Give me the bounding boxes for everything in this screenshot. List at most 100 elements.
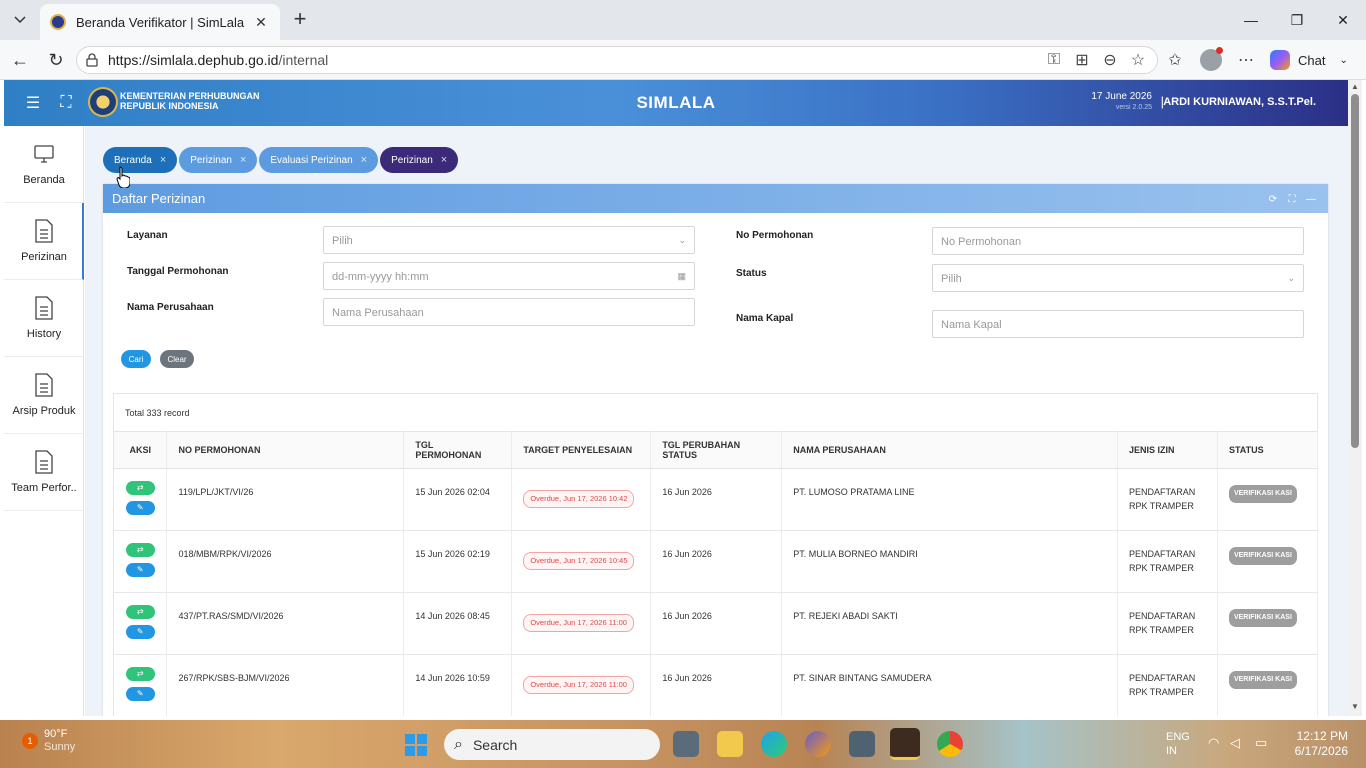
system-clock[interactable]: 12:12 PM 6/17/2026 [1295, 729, 1348, 759]
collapse-icon[interactable]: — [1305, 193, 1317, 205]
column-header[interactable]: TGL PERUBAHAN STATUS [650, 431, 783, 469]
close-icon[interactable]: × [160, 154, 166, 166]
close-icon[interactable]: × [441, 154, 447, 166]
column-header[interactable]: NO PERMOHONAN [166, 431, 405, 469]
refresh-icon[interactable]: ⟳ [1267, 193, 1279, 205]
chrome-icon[interactable] [937, 731, 963, 757]
target-cell: Overdue, Jun 17, 2026 10:45 [511, 530, 652, 593]
tab-perizinan-current[interactable]: Perizinan × [380, 147, 459, 173]
apps-icon[interactable]: ⊞ [1072, 50, 1092, 70]
no-permohonan-input[interactable]: No Permohonan [932, 227, 1304, 255]
status-select[interactable]: Pilih ⌄ [932, 264, 1304, 292]
reload-icon[interactable]: ↻ [44, 48, 68, 72]
scroll-thumb[interactable] [1351, 94, 1359, 448]
tanggal-permohonan-input[interactable]: dd-mm-yyyy hh:mm ▦ [323, 262, 695, 290]
sidebar-item-perizinan[interactable]: Perizinan [4, 203, 84, 280]
nama-perusahaan-input[interactable]: Nama Perusahaan [323, 298, 695, 326]
column-header: AKSI [114, 431, 168, 469]
more-menu-icon[interactable]: ⋯ [1236, 50, 1256, 70]
nama-kapal-input[interactable]: Nama Kapal [932, 310, 1304, 338]
status-cell: VERIFIKASI KASI [1217, 592, 1319, 655]
transfer-icon[interactable]: ⇄ [125, 605, 155, 619]
tab-list-chevron-icon[interactable] [8, 8, 32, 32]
key-icon[interactable]: ⚿ [1044, 50, 1064, 70]
sidebar-item-arsip-produk[interactable]: Arsip Produk [4, 357, 84, 434]
panel-title: Daftar Perizinan [112, 191, 206, 206]
document-icon [35, 373, 53, 397]
document-icon [35, 219, 53, 243]
new-tab-plus-icon[interactable]: + [288, 8, 312, 32]
clear-button[interactable]: Clear [160, 350, 194, 368]
panel-header: Daftar Perizinan ⟳ ⛶ — [103, 184, 1328, 213]
edge-browser-icon[interactable] [761, 731, 787, 757]
jenis-izin-cell: PENDAFTARAN RPK TRAMPER [1117, 654, 1218, 716]
sidebar-item-history[interactable]: History [4, 280, 84, 357]
copilot-app-icon[interactable] [805, 731, 831, 757]
minimize-icon[interactable]: — [1228, 0, 1274, 40]
weather-widget[interactable]: 1 90°F Sunny [22, 728, 75, 754]
tab-perizinan[interactable]: Perizinan × [179, 147, 258, 173]
cari-button[interactable]: Cari [121, 350, 151, 368]
browser-tab[interactable]: Beranda Verifikator | SimLala ✕ [40, 4, 280, 40]
user-name[interactable]: ARDI KURNIAWAN, S.S.T.Pel. [1163, 96, 1316, 108]
volume-icon[interactable]: ◁ [1230, 736, 1240, 750]
sidebar-item-beranda[interactable]: Beranda [4, 126, 84, 203]
jenis-izin-cell: PENDAFTARAN RPK TRAMPER [1117, 592, 1218, 655]
target-cell: Overdue, Jun 17, 2026 10:42 [511, 468, 652, 531]
tab-evaluasi-perizinan[interactable]: Evaluasi Perizinan × [259, 147, 379, 173]
transfer-icon[interactable]: ⇄ [125, 667, 155, 681]
camera-app-icon[interactable] [849, 731, 875, 757]
language-indicator[interactable]: ENG IN [1166, 730, 1190, 758]
column-header[interactable]: STATUS [1217, 431, 1319, 469]
favorite-star-icon[interactable]: ☆ [1128, 50, 1148, 70]
jenis-izin-cell: PENDAFTARAN RPK TRAMPER [1117, 530, 1218, 593]
edit-icon[interactable]: ✎ [125, 625, 155, 639]
edit-icon[interactable]: ✎ [125, 563, 155, 577]
sidebar-item-team-performance[interactable]: Team Perfor.. [4, 434, 84, 511]
column-header[interactable]: TARGET PENYELESAIAN [511, 431, 652, 469]
chat-label: Chat [1298, 52, 1326, 68]
column-header[interactable]: TGL PERMOHONAN [403, 431, 513, 469]
results-table: AKSI NO PERMOHONAN TGL PERMOHONAN TARGET… [114, 431, 1319, 716]
zoom-icon[interactable]: ⊖ [1100, 50, 1120, 70]
transfer-icon[interactable]: ⇄ [125, 543, 155, 557]
tab-beranda[interactable]: Beranda × [103, 147, 178, 173]
tgl-permohonan-cell: 15 Jun 2026 02:04 [403, 468, 513, 531]
back-arrow-icon[interactable]: ← [8, 48, 32, 72]
close-icon[interactable]: × [240, 154, 246, 166]
close-icon[interactable]: × [361, 154, 367, 166]
column-header[interactable]: JENIS IZIN [1117, 431, 1218, 469]
battery-icon[interactable]: ▭ [1255, 736, 1267, 750]
url-text: https://simlala.dephub.go.id/internal [108, 52, 329, 68]
column-header[interactable]: NAMA PERUSAHAAN [781, 431, 1118, 469]
page-tabs: Beranda × Perizinan × Evaluasi Perizinan × … [103, 147, 460, 173]
lock-icon[interactable] [84, 52, 100, 68]
transfer-icon[interactable]: ⇄ [125, 481, 155, 495]
layanan-select[interactable]: Pilih ⌄ [323, 226, 695, 254]
scroll-up-icon[interactable]: ▲ [1350, 82, 1360, 92]
wifi-icon[interactable]: ◠ [1208, 736, 1219, 750]
expand-icon[interactable]: ⛶ [1286, 193, 1298, 205]
status-badge: VERIFIKASI KASI [1228, 609, 1297, 627]
file-explorer-icon[interactable] [717, 731, 743, 757]
copilot-chat-button[interactable]: Chat ⌄ [1270, 49, 1348, 71]
overdue-badge: Overdue, Jun 17, 2026 11:00 [523, 614, 634, 632]
scroll-down-icon[interactable]: ▼ [1350, 702, 1360, 712]
sidebar-item-label: History [26, 328, 62, 340]
chevron-down-icon: ⌄ [1287, 273, 1295, 283]
nama-perusahaan-cell: PT. REJEKI ABADI SAKTI [781, 592, 1118, 655]
document-icon [35, 296, 53, 320]
calendar-icon[interactable]: ▦ [677, 271, 686, 282]
restore-icon[interactable]: ❐ [1274, 0, 1320, 40]
edit-icon[interactable]: ✎ [125, 687, 155, 701]
favorites-icon[interactable]: ✩ [1165, 50, 1185, 70]
edit-icon[interactable]: ✎ [125, 501, 155, 515]
close-tab-icon[interactable]: ✕ [252, 14, 270, 31]
taskbar-search[interactable]: ⌕ Search [444, 729, 660, 760]
windows-start-icon[interactable] [404, 733, 428, 757]
sidebar: Beranda Perizinan History Arsip Produk T… [4, 126, 84, 716]
sticky-notes-icon[interactable] [890, 728, 920, 760]
page-scrollbar[interactable]: ▲ ▼ [1348, 80, 1362, 716]
task-view-icon[interactable] [673, 731, 699, 757]
window-close-icon[interactable]: ✕ [1320, 0, 1366, 40]
